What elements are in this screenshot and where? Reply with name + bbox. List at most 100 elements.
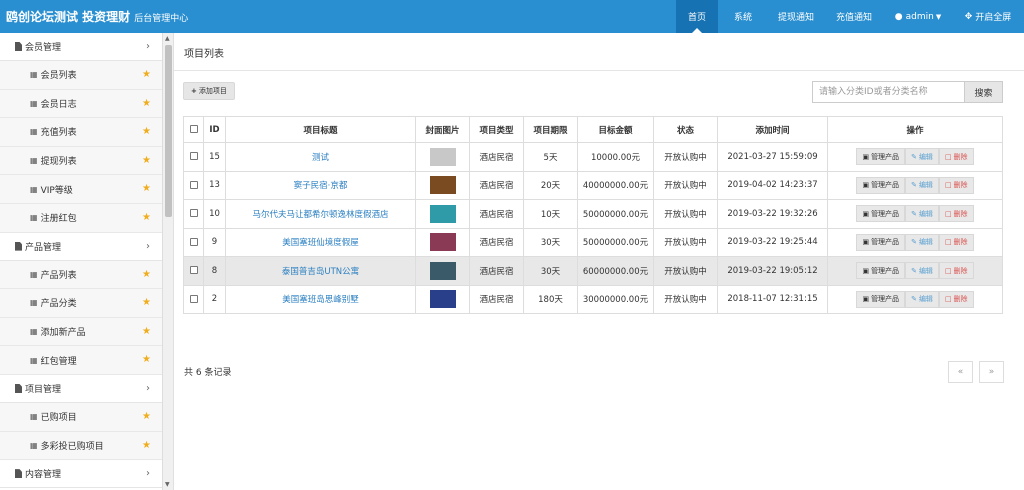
row-checkbox[interactable] <box>189 180 198 189</box>
sidebar-item[interactable]: ▦ 注册红包 ★ <box>0 203 162 233</box>
edit-button[interactable]: ✎ 编辑 <box>905 262 939 280</box>
sidebar-item[interactable]: ▦ 会员列表 ★ <box>0 61 162 90</box>
sitemap-icon: ▦ <box>30 412 38 422</box>
project-title-link[interactable]: 马尔代夫马让都希尔顿逸林度假酒店 <box>252 210 388 220</box>
manage-product-button[interactable]: ▣ 管理产品 <box>856 233 906 251</box>
col-id[interactable]: ID <box>203 116 226 143</box>
sidebar-item[interactable]: ▦ 多彩投已购项目 ★ <box>0 431 162 461</box>
edit-icon: ✎ <box>911 209 917 218</box>
table-row[interactable]: 10 马尔代夫马让都希尔顿逸林度假酒店 酒店民宿 10天 50000000.00元 开放认… <box>183 199 1003 229</box>
trash-icon: □ <box>944 295 952 304</box>
scroll-down-icon[interactable]: ▼ <box>165 481 170 488</box>
brand[interactable]: 鸥创论坛测试 投资理财 后台管理中心 <box>6 8 188 25</box>
row-select-cell <box>183 227 204 257</box>
plus-square-icon: ▣ <box>862 152 870 161</box>
col-time[interactable]: 添加时间 <box>717 116 828 143</box>
col-type[interactable]: 项目类型 <box>469 116 524 143</box>
cell-id: 13 <box>203 170 226 200</box>
manage-product-button[interactable]: ▣ 管理产品 <box>856 205 906 223</box>
nav-home[interactable]: 首页 <box>676 0 718 33</box>
col-term[interactable]: 项目期限 <box>523 116 578 143</box>
cell-title: 美国塞班岛思峰别墅 <box>225 284 416 314</box>
manage-product-button[interactable]: ▣ 管理产品 <box>856 290 906 308</box>
sidebar-item[interactable]: ▦ 提现列表 ★ <box>0 146 162 176</box>
col-title[interactable]: 项目标题 <box>225 116 416 143</box>
project-title-link[interactable]: 泰国普吉岛UTN公寓 <box>282 267 359 277</box>
trash-icon: □ <box>944 209 952 218</box>
nav-admin-label: admin <box>905 11 934 22</box>
edit-button[interactable]: ✎ 编辑 <box>905 290 939 308</box>
delete-button[interactable]: □ 删除 <box>938 262 974 280</box>
project-title-link[interactable]: 美国塞班仙境度假屋 <box>282 238 359 248</box>
cell-type: 酒店民宿 <box>469 227 524 257</box>
sidebar-item[interactable]: ▦ 添加新产品 ★ <box>0 317 162 347</box>
edit-button[interactable]: ✎ 编辑 <box>905 233 939 251</box>
sidebar-group-content[interactable]: 内容管理 › <box>0 460 162 489</box>
delete-button[interactable]: □ 删除 <box>938 148 974 166</box>
cell-amount: 40000000.00元 <box>577 170 654 200</box>
table-row[interactable]: 9 美国塞班仙境度假屋 酒店民宿 30天 50000000.00元 开放认购中 2019-0… <box>183 227 1003 257</box>
edit-button[interactable]: ✎ 编辑 <box>905 205 939 223</box>
sidebar-item-label: 会员列表 <box>40 71 77 82</box>
manage-product-button[interactable]: ▣ 管理产品 <box>856 176 906 194</box>
pager-next-button[interactable]: » <box>979 361 1004 383</box>
delete-button[interactable]: □ 删除 <box>938 290 974 308</box>
sidebar-item[interactable]: ▦ 产品列表 ★ <box>0 260 162 290</box>
search-button[interactable]: 搜索 <box>965 81 1003 103</box>
delete-button[interactable]: □ 删除 <box>938 233 974 251</box>
cover-image <box>429 147 456 166</box>
sidebar-item[interactable]: ▦ 充值列表 ★ <box>0 118 162 147</box>
edit-button[interactable]: ✎ 编辑 <box>905 148 939 166</box>
cell-type: 酒店民宿 <box>469 284 524 314</box>
cell-type: 酒店民宿 <box>469 199 524 229</box>
project-title-link[interactable]: 测试 <box>312 153 329 163</box>
delete-button[interactable]: □ 删除 <box>938 205 974 223</box>
manage-product-button[interactable]: ▣ 管理产品 <box>856 262 906 280</box>
star-icon: ★ <box>142 297 151 309</box>
sidebar-item[interactable]: ▦ 已购项目 ★ <box>0 402 162 432</box>
select-all-checkbox[interactable] <box>189 125 198 133</box>
row-checkbox[interactable] <box>189 209 198 218</box>
row-checkbox[interactable] <box>189 266 198 275</box>
nav-fullscreen[interactable]: ✥ 开启全屏 <box>952 0 1024 33</box>
nav-system-label: 系统 <box>733 13 752 23</box>
nav-recharge-notice[interactable]: 充值通知 <box>824 0 884 33</box>
pager-prev-button[interactable]: « <box>948 361 973 383</box>
col-cover[interactable]: 封面图片 <box>415 116 470 143</box>
nav-withdraw-notice[interactable]: 提现通知 <box>768 0 824 33</box>
add-project-button[interactable]: + 添加项目 <box>183 82 235 100</box>
table-row[interactable]: 13 窦子民宿·京都 酒店民宿 20天 40000000.00元 开放认购中 2019-04… <box>183 170 1003 200</box>
plus-square-icon: ▣ <box>862 266 870 275</box>
cell-status: 开放认购中 <box>653 227 718 257</box>
manage-product-button[interactable]: ▣ 管理产品 <box>856 148 906 166</box>
scroll-up-icon[interactable]: ▲ <box>165 35 170 42</box>
sidebar-scrollbar[interactable]: ▲ ▼ <box>162 33 173 490</box>
col-status[interactable]: 状态 <box>653 116 718 143</box>
document-icon <box>15 383 22 393</box>
sidebar-group-members[interactable]: 会员管理 › <box>0 33 162 61</box>
chevron-right-icon: › <box>146 240 150 252</box>
delete-button[interactable]: □ 删除 <box>938 176 974 194</box>
table-row[interactable]: 15 测试 酒店民宿 5天 10000.00元 开放认购中 2021-03-27 15:59… <box>183 142 1003 172</box>
sidebar-group-projects[interactable]: 项目管理 › <box>0 374 162 403</box>
project-title-link[interactable]: 窦子民宿·京都 <box>294 181 348 191</box>
sidebar-item[interactable]: ▦ 会员日志 ★ <box>0 89 162 119</box>
table-row[interactable]: 8 泰国普吉岛UTN公寓 酒店民宿 30天 60000000.00元 开放认购中 2019-… <box>183 256 1003 286</box>
table-row[interactable]: 2 美国塞班岛思峰别墅 酒店民宿 180天 30000000.00元 开放认购中 2018-… <box>183 284 1003 314</box>
trash-icon: □ <box>944 181 952 190</box>
col-amount[interactable]: 目标金额 <box>577 116 654 143</box>
edit-button[interactable]: ✎ 编辑 <box>905 176 939 194</box>
sidebar-item[interactable]: ▦ 红包管理 ★ <box>0 346 162 375</box>
project-title-link[interactable]: 美国塞班岛思峰别墅 <box>282 295 359 305</box>
row-checkbox[interactable] <box>189 237 198 246</box>
sidebar-item[interactable]: ▦ 产品分类 ★ <box>0 289 162 318</box>
row-checkbox[interactable] <box>189 294 198 303</box>
sidebar-item[interactable]: ▦ VIP等级 ★ <box>0 175 162 204</box>
sidebar-group-products[interactable]: 产品管理 › <box>0 232 162 261</box>
nav-system[interactable]: 系统 <box>718 0 768 33</box>
search-input[interactable] <box>812 81 965 103</box>
delete-label: 删除 <box>953 209 968 218</box>
row-checkbox[interactable] <box>189 152 198 161</box>
scrollbar-thumb[interactable] <box>165 45 172 217</box>
nav-admin-menu[interactable]: ● admin ▼ <box>884 0 952 33</box>
